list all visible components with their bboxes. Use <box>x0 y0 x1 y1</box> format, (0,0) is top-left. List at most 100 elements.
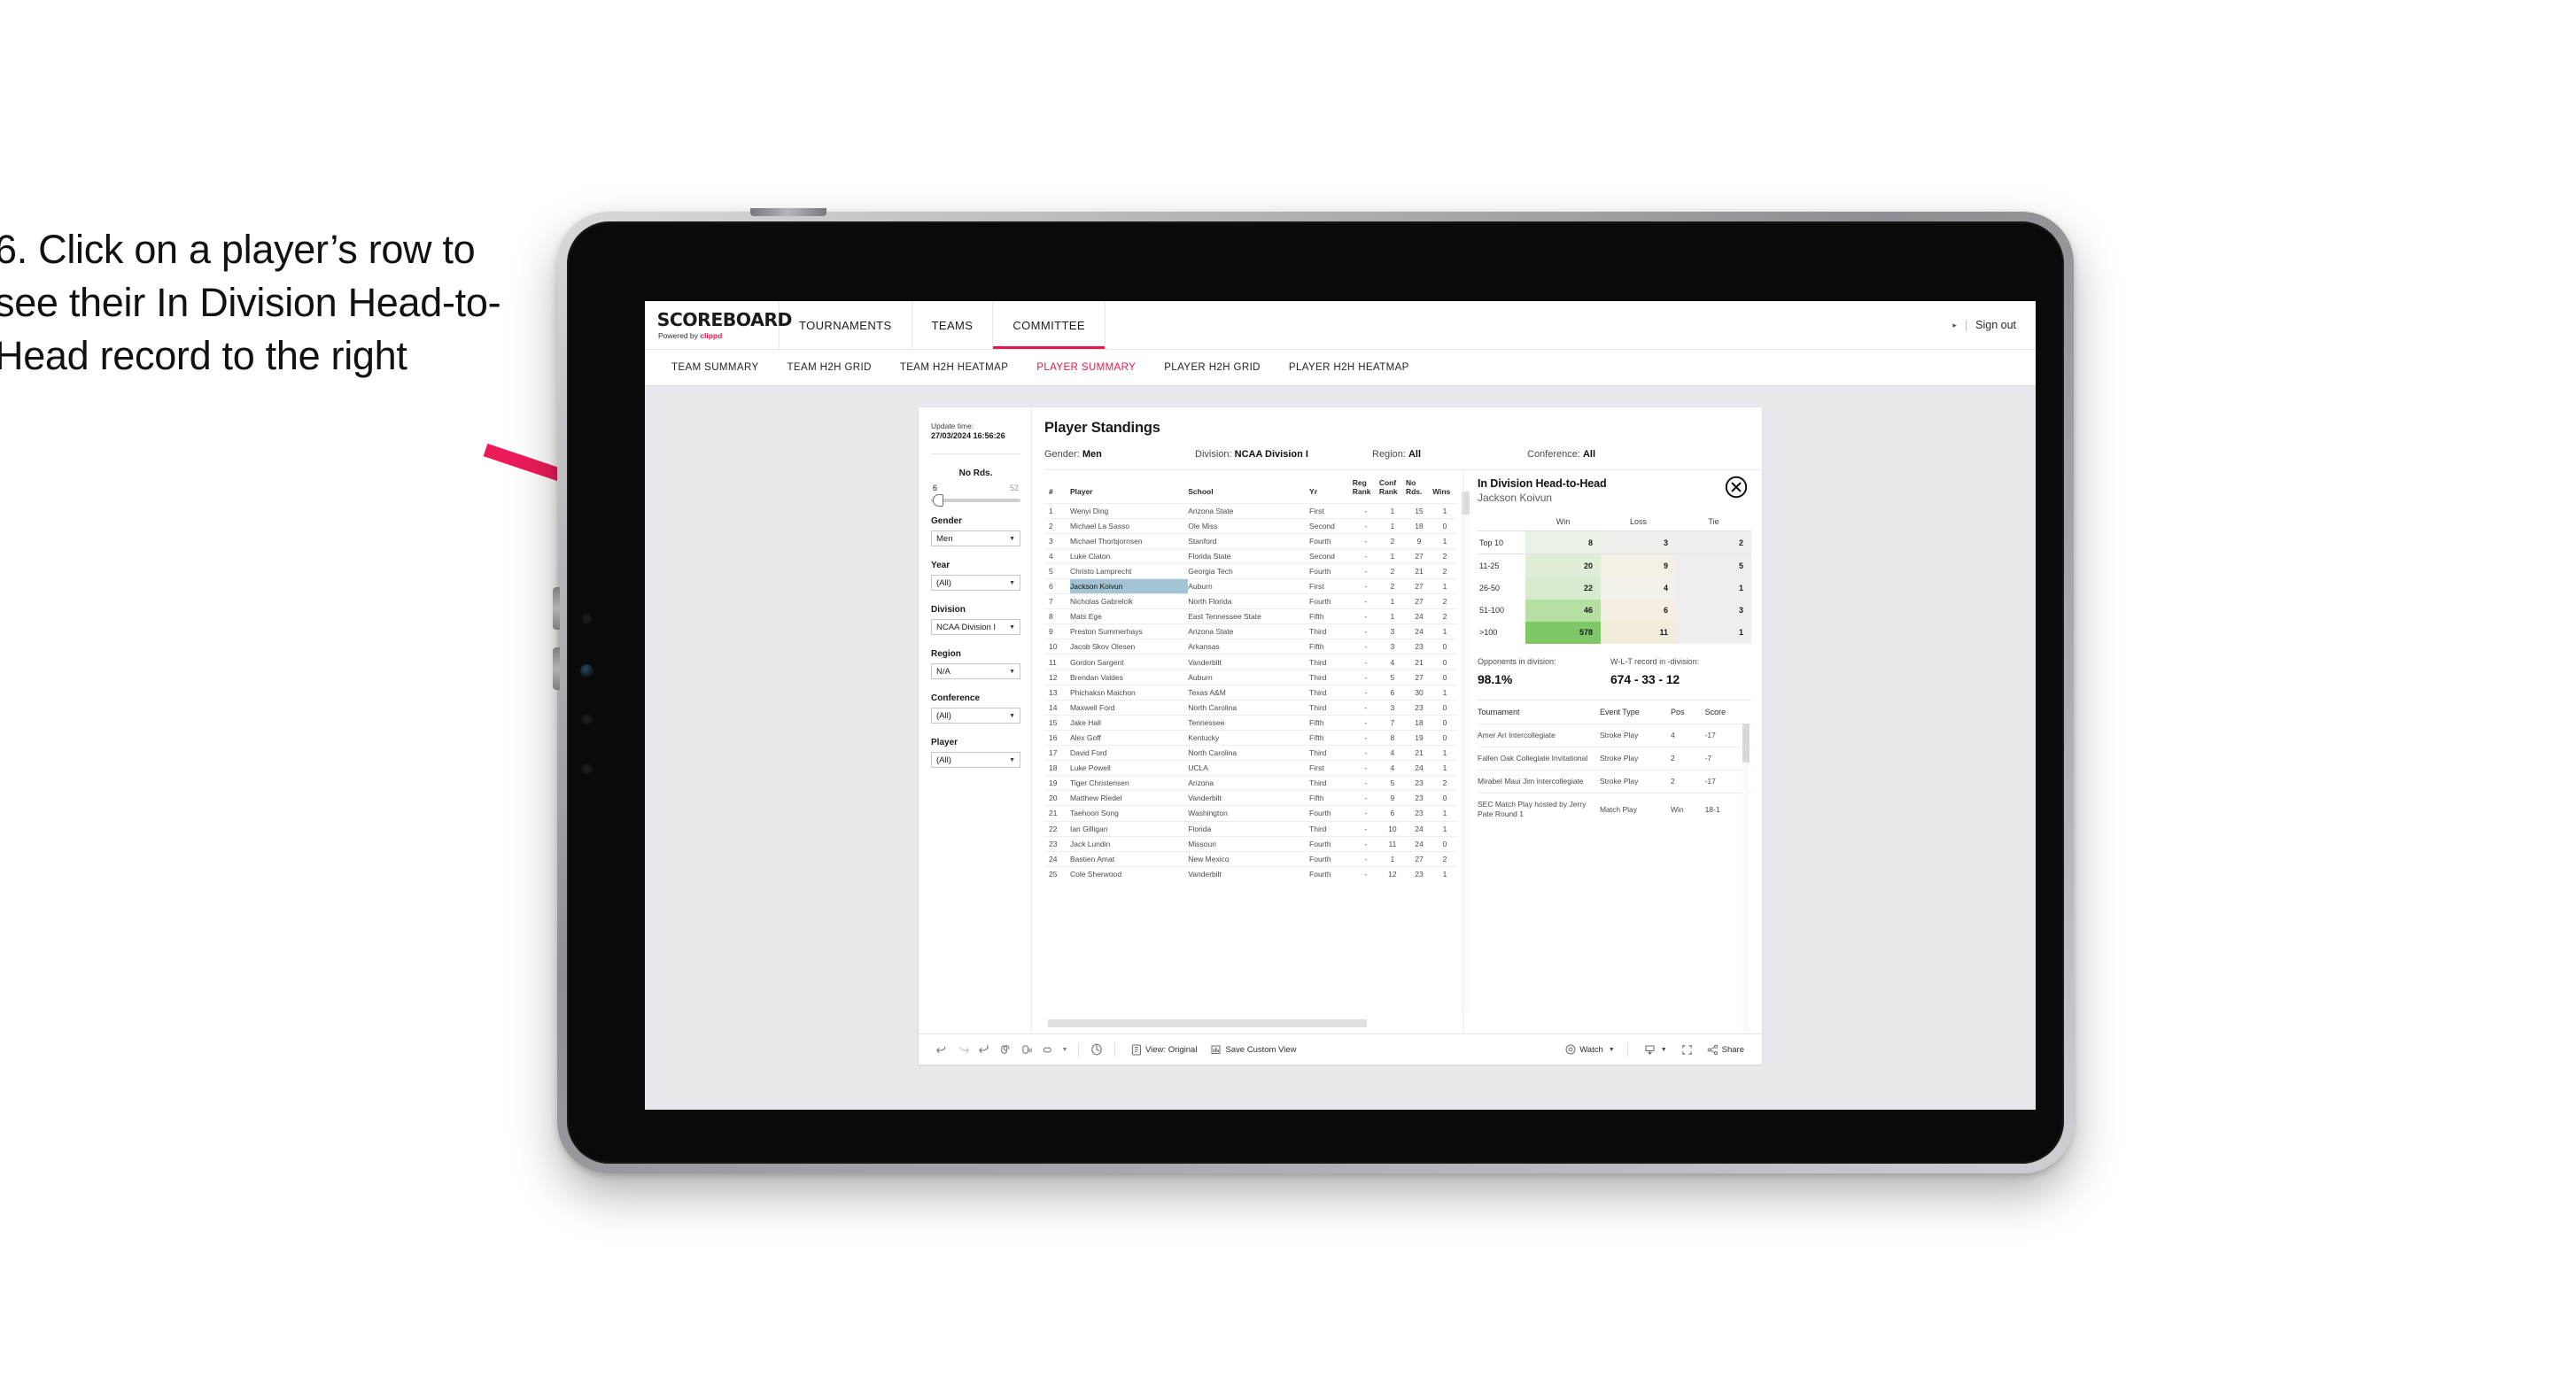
col-player[interactable]: Player <box>1070 476 1188 503</box>
list-item[interactable]: SEC Match Play hosted by Jerry Pate Roun… <box>1478 793 1751 826</box>
table-row[interactable]: 7 Nicholas Gabrelcik North Florida Fourth -1… <box>1044 593 1457 609</box>
download-button[interactable]: ▼ <box>1639 1044 1672 1056</box>
table-row[interactable]: 20 Matthew Riedel Vanderbilt Fifth -9 23 0 <box>1044 790 1457 806</box>
revert-icon[interactable] <box>974 1039 995 1060</box>
table-row[interactable]: 9 Preston Summerhays Arizona State Third -3 2… <box>1044 623 1457 639</box>
col-wins[interactable]: Wins <box>1432 476 1457 503</box>
heatmap-cell[interactable]: 4 <box>1601 577 1676 600</box>
heatmap-cell[interactable]: 3 <box>1676 599 1751 622</box>
table-row[interactable]: 4 Luke Claton Florida State Second -1 27 2 <box>1044 547 1457 564</box>
filter-year-select[interactable]: (All) ▼ <box>931 575 1020 592</box>
cell-event-type: Stroke Play <box>1599 746 1671 770</box>
cell-conf-rank: 4 <box>1378 760 1406 776</box>
cell-conf-rank: 5 <box>1378 775 1406 791</box>
table-row[interactable]: 25 Cole Sherwood Vanderbilt Fourth -12 23 1 <box>1044 865 1457 881</box>
col-conf-rank[interactable]: Conf Rank <box>1379 476 1406 503</box>
table-row[interactable]: 23 Jack Lundin Missouri Fourth -11 24 0 <box>1044 835 1457 852</box>
table-row[interactable]: 19 Tiger Christensen Arizona Third -5 23 2 <box>1044 775 1457 791</box>
table-row[interactable]: 18 Luke Powell UCLA First -4 24 1 <box>1044 760 1457 776</box>
sign-out-link[interactable]: Sign out <box>1975 319 2016 331</box>
filter-region-select[interactable]: N/A ▼ <box>931 663 1020 680</box>
dropdown-caret-icon[interactable]: ▼ <box>1059 1039 1071 1060</box>
table-row[interactable]: 10 Jacob Skov Olesen Arkansas Fifth -3 23 0 <box>1044 639 1457 654</box>
filter-player-select[interactable]: (All) ▼ <box>931 752 1020 769</box>
heatmap-cell[interactable]: 6 <box>1601 599 1676 622</box>
heatmap-cell[interactable]: 5 <box>1676 554 1751 577</box>
slider-handle[interactable] <box>933 494 943 507</box>
standings-horizontal-scrollbar[interactable] <box>1048 1019 1367 1027</box>
heatmap-cell[interactable]: 22 <box>1525 577 1601 600</box>
tab-team-h2h-heatmap[interactable]: TEAM H2H HEATMAP <box>886 362 1022 373</box>
col-yr[interactable]: Yr <box>1309 476 1353 503</box>
power-button[interactable] <box>750 208 826 216</box>
heatmap-cell[interactable]: 20 <box>1525 554 1601 577</box>
table-row[interactable]: 11 Gordon Sargent Vanderbilt Third -4 21 0 <box>1044 654 1457 670</box>
table-row[interactable]: 15 Jake Hall Tennessee Fifth -7 18 0 <box>1044 714 1457 731</box>
tab-player-summary[interactable]: PLAYER SUMMARY <box>1022 362 1150 373</box>
nav-tournaments[interactable]: TOURNAMENTS <box>780 301 912 349</box>
table-row[interactable]: 2 Michael La Sasso Ole Miss Second -1 18 0 <box>1044 517 1457 534</box>
redo-icon[interactable] <box>952 1039 974 1060</box>
table-row[interactable]: 5 Christo Lamprecht Georgia Tech Fourth -2 21… <box>1044 562 1457 579</box>
record-value: 674 - 33 - 12 <box>1610 671 1680 686</box>
volume-down-button[interactable] <box>553 647 560 690</box>
filter-gender-select[interactable]: Men ▼ <box>931 530 1020 547</box>
share-button[interactable]: Share <box>1702 1044 1750 1056</box>
pause-icon[interactable] <box>1016 1039 1037 1060</box>
list-item[interactable]: Amer Ari Intercollegiate Stroke Play 4 -17 <box>1478 723 1751 747</box>
filter-conference-select[interactable]: (All) ▼ <box>931 708 1020 724</box>
table-row[interactable]: 1 Wenyi Ding Arizona State First -1 15 1 <box>1044 502 1457 519</box>
view-original-button[interactable]: View: Original <box>1126 1043 1202 1056</box>
watch-button[interactable]: Watch ▼ <box>1560 1044 1620 1055</box>
fullscreen-button[interactable] <box>1676 1044 1698 1056</box>
col-rank[interactable]: # <box>1044 476 1070 503</box>
table-row[interactable]: 3 Michael Thorbjornsen Stanford Fourth -2 9 1 <box>1044 532 1457 549</box>
custom-views-icon[interactable] <box>1037 1039 1059 1060</box>
reset-icon[interactable] <box>1086 1039 1107 1060</box>
table-row[interactable]: 8 Mats Ege East Tennessee State Fifth -1 24 2 <box>1044 608 1457 624</box>
tab-player-h2h-grid[interactable]: PLAYER H2H GRID <box>1150 362 1275 373</box>
heatmap-cell[interactable]: 2 <box>1676 530 1751 554</box>
tab-team-summary[interactable]: TEAM SUMMARY <box>657 362 773 373</box>
heatmap-cell[interactable]: 578 <box>1525 621 1601 644</box>
filter-conference: Conference (All) ▼ <box>931 693 1020 724</box>
refresh-icon[interactable] <box>995 1039 1016 1060</box>
heatmap-cell[interactable]: 8 <box>1525 530 1601 554</box>
heatmap-cell[interactable]: 11 <box>1601 621 1676 644</box>
col-school[interactable]: School <box>1188 476 1309 503</box>
heatmap-cell[interactable]: 9 <box>1601 554 1676 577</box>
col-no-rds[interactable]: No Rds. <box>1406 476 1432 503</box>
table-row[interactable]: 17 David Ford North Carolina Third -4 21 1 <box>1044 745 1457 761</box>
save-custom-view-button[interactable]: Save Custom View <box>1206 1044 1301 1056</box>
volume-up-button[interactable] <box>553 587 560 630</box>
list-item[interactable]: Fallen Oak Collegiate Invitational Stroke… <box>1478 746 1751 770</box>
table-row[interactable]: 21 Taehoon Song Washington Fourth -6 23 1 <box>1044 805 1457 821</box>
heatmap-cell[interactable]: 46 <box>1525 599 1601 622</box>
undo-icon[interactable] <box>931 1039 952 1060</box>
close-circle-icon[interactable] <box>1725 476 1748 499</box>
table-row[interactable]: 14 Maxwell Ford North Carolina Third -3 23 0 <box>1044 699 1457 716</box>
scoreboard-logo[interactable]: SCOREBOARD Powered by clippd <box>645 301 792 349</box>
filter-division-select[interactable]: NCAA Division I ▼ <box>931 619 1020 636</box>
table-row[interactable]: 16 Alex Goff Kentucky Fifth -8 19 0 <box>1044 729 1457 746</box>
nav-committee[interactable]: COMMITTEE <box>993 301 1106 349</box>
instruction-annotation: 6. Click on a player’s row to see their … <box>0 227 501 378</box>
heatmap-cell[interactable]: 1 <box>1676 621 1751 644</box>
table-row[interactable]: 22 Ian Gilligan Florida Third -10 24 1 <box>1044 820 1457 837</box>
cell-player: Bastien Amat <box>1069 850 1189 867</box>
slider-track[interactable] <box>931 494 1020 507</box>
table-row[interactable]: 13 Phichaksn Maichon Texas A&M Third -6 30 1 <box>1044 684 1457 701</box>
heatmap-cell[interactable]: 3 <box>1601 530 1676 554</box>
tab-team-h2h-grid[interactable]: TEAM H2H GRID <box>773 362 886 373</box>
tournament-scrollbar[interactable] <box>1742 723 1750 763</box>
chevron-right-icon[interactable]: ▸ <box>1952 321 1957 330</box>
tab-player-h2h-heatmap[interactable]: PLAYER H2H HEATMAP <box>1275 362 1424 373</box>
table-row[interactable]: 24 Bastien Amat New Mexico Fourth -1 27 2 <box>1044 850 1457 867</box>
list-item[interactable]: Mirabel Maui Jim Intercollegiate Stroke P… <box>1478 770 1751 794</box>
heatmap-cell[interactable]: 1 <box>1676 577 1751 600</box>
cell-no-rds: 19 <box>1405 729 1433 746</box>
col-reg-rank[interactable]: Reg Rank <box>1353 476 1379 503</box>
table-row[interactable]: 6 Jackson Koivun Auburn First -2 27 1 <box>1044 577 1457 594</box>
nav-teams[interactable]: TEAMS <box>912 301 994 349</box>
table-row[interactable]: 12 Brendan Valdes Auburn Third -5 27 0 <box>1044 669 1457 685</box>
